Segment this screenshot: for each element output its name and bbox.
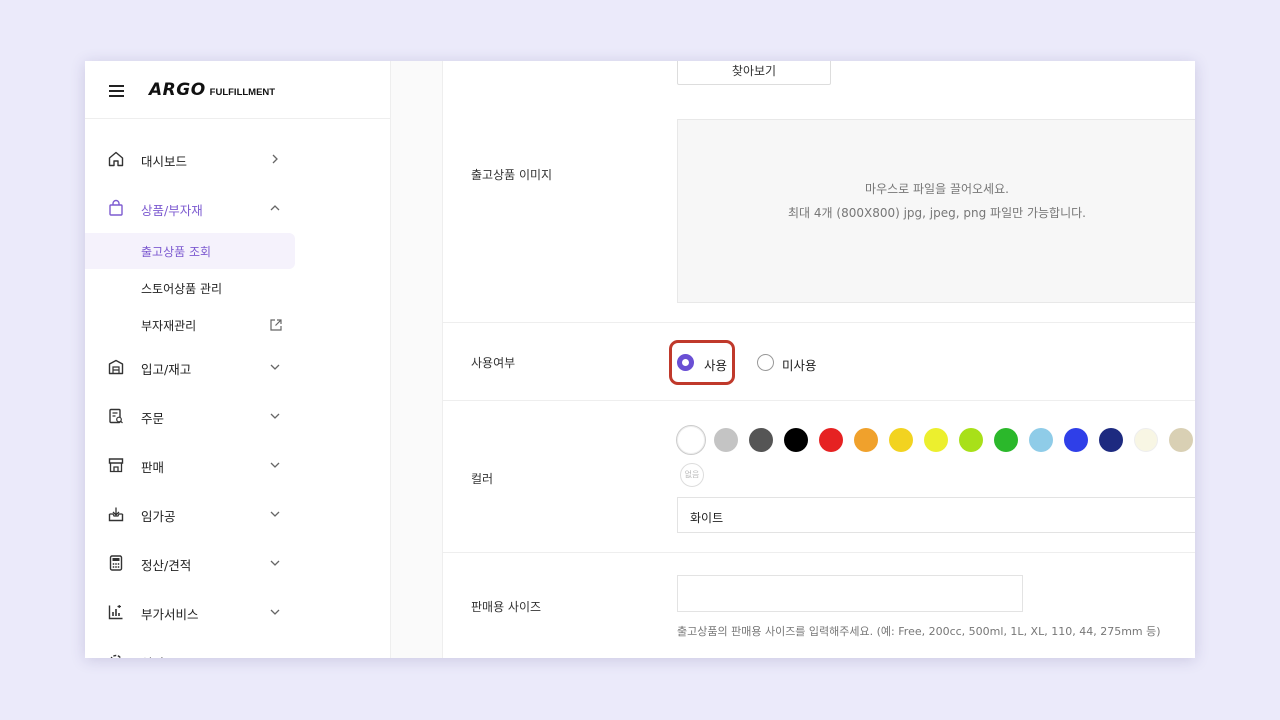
color-name-field[interactable]: 화이트: [677, 497, 1195, 533]
sidebar-item-inbound-stock[interactable]: 입고/재고: [85, 345, 391, 389]
sidebar-subitem-label: 스토어상품 관리: [141, 282, 223, 296]
sidebar-item-label: 부가서비스: [141, 607, 199, 622]
size-input[interactable]: [677, 575, 1023, 612]
app-window: ARGO FULFILLMENT 대시보드 상품/부자재 출고상품 조회 스토어…: [85, 61, 1195, 658]
logo-mark: ARGO: [149, 80, 206, 100]
main-content: 찾아보기 출고상품 이미지 마우스로 파일을 끌어오세요. 최대 4개 (800…: [391, 61, 1195, 658]
color-swatch[interactable]: [1029, 428, 1053, 452]
divider: [443, 400, 1195, 401]
color-swatch[interactable]: [749, 428, 773, 452]
chevron-down-icon: [270, 609, 280, 615]
warehouse-icon: [108, 359, 124, 375]
color-swatch[interactable]: [676, 425, 706, 455]
sidebar-item-label: 입고/재고: [141, 362, 192, 377]
usage-radio-group: 사용 미사용: [669, 340, 877, 385]
color-swatch[interactable]: [819, 428, 843, 452]
usage-field-label: 사용여부: [471, 356, 516, 370]
gear-icon: [110, 654, 122, 658]
chevron-down-icon: [270, 413, 280, 419]
color-swatch[interactable]: [1099, 428, 1123, 452]
color-swatch[interactable]: [959, 428, 983, 452]
radio-use-label[interactable]: 사용: [704, 355, 727, 374]
radio-unused[interactable]: [757, 354, 774, 371]
color-swatch[interactable]: [1169, 428, 1193, 452]
sidebar-subitem-outbound-products[interactable]: 출고상품 조회: [85, 233, 295, 269]
sidebar-item-dashboard[interactable]: 대시보드: [85, 137, 391, 181]
divider: [443, 322, 1195, 323]
color-swatch[interactable]: [714, 428, 738, 452]
color-field-label: 컬러: [471, 472, 494, 486]
sidebar-item-label: 상품/부자재: [141, 203, 203, 218]
content-gutter: [391, 61, 443, 658]
sidebar-item-orders[interactable]: 주문: [85, 394, 391, 438]
sidebar-subitem-materials[interactable]: 부자재관리: [85, 307, 295, 343]
logo-subtitle: FULFILLMENT: [209, 87, 276, 98]
menu-icon[interactable]: [109, 85, 124, 97]
color-swatch[interactable]: [854, 428, 878, 452]
radio-use[interactable]: [677, 354, 694, 371]
chevron-down-icon: [270, 560, 280, 566]
sidebar-item-products[interactable]: 상품/부자재: [85, 186, 391, 230]
sidebar-item-additional-services[interactable]: 부가서비스: [85, 590, 391, 634]
bag-icon: [109, 199, 123, 216]
color-swatch[interactable]: [924, 428, 948, 452]
size-field-label: 판매용 사이즈: [471, 600, 542, 614]
sidebar-subitem-label: 출고상품 조회: [141, 245, 212, 259]
sidebar-subitem-store-products[interactable]: 스토어상품 관리: [85, 270, 295, 306]
radio-unused-label[interactable]: 미사용: [782, 355, 817, 374]
calculator-icon: [109, 555, 123, 571]
sidebar-item-settlement[interactable]: 정산/견적: [85, 541, 391, 585]
image-dropzone[interactable]: 마우스로 파일을 끌어오세요. 최대 4개 (800X800) jpg, jpe…: [677, 119, 1195, 303]
color-swatch-none[interactable]: 없음: [680, 463, 704, 487]
app-header: ARGO FULFILLMENT: [85, 61, 391, 119]
sidebar: ARGO FULFILLMENT 대시보드 상품/부자재 출고상품 조회 스토어…: [85, 61, 391, 658]
color-swatch[interactable]: [889, 428, 913, 452]
home-icon: [108, 151, 124, 167]
sidebar-item-processing[interactable]: 임가공: [85, 492, 391, 536]
sidebar-item-sales[interactable]: 판매: [85, 443, 391, 487]
dropzone-instruction: 마우스로 파일을 끌어오세요.: [865, 182, 1009, 196]
dropzone-constraints: 최대 4개 (800X800) jpg, jpeg, png 파일만 가능합니다…: [788, 206, 1086, 220]
external-link-icon: [270, 319, 282, 331]
logo[interactable]: ARGO FULFILLMENT: [149, 80, 275, 100]
chevron-down-icon: [270, 364, 280, 370]
size-hint: 출고상품의 판매용 사이즈를 입력해주세요. (예: Free, 200cc, …: [677, 625, 1161, 638]
chart-icon: [108, 605, 123, 620]
sidebar-item-label: 대시보드: [141, 154, 188, 169]
browse-button[interactable]: 찾아보기: [677, 61, 831, 85]
chevron-down-icon: [269, 655, 281, 658]
divider: [443, 552, 1195, 553]
sidebar-item-label: 임가공: [141, 509, 176, 524]
color-swatch[interactable]: [1134, 428, 1158, 452]
color-swatch[interactable]: [994, 428, 1018, 452]
chevron-down-icon: [270, 511, 280, 517]
sidebar-item-label: 설정: [141, 653, 164, 658]
chevron-right-icon: [272, 154, 278, 164]
process-icon: [108, 507, 124, 522]
store-icon: [108, 458, 124, 473]
sidebar-item-settings[interactable]: 설정: [85, 639, 391, 658]
color-swatch[interactable]: [1064, 428, 1088, 452]
color-swatch-list: [676, 425, 1195, 458]
sidebar-item-label: 판매: [141, 460, 165, 475]
sidebar-subitem-label: 부자재관리: [141, 319, 197, 333]
chevron-down-icon: [270, 462, 280, 468]
sidebar-item-label: 주문: [141, 411, 165, 426]
color-swatch[interactable]: [784, 428, 808, 452]
order-icon: [109, 408, 123, 424]
sidebar-item-label: 정산/견적: [141, 558, 192, 573]
chevron-up-icon: [270, 205, 280, 211]
image-field-label: 출고상품 이미지: [471, 168, 553, 182]
